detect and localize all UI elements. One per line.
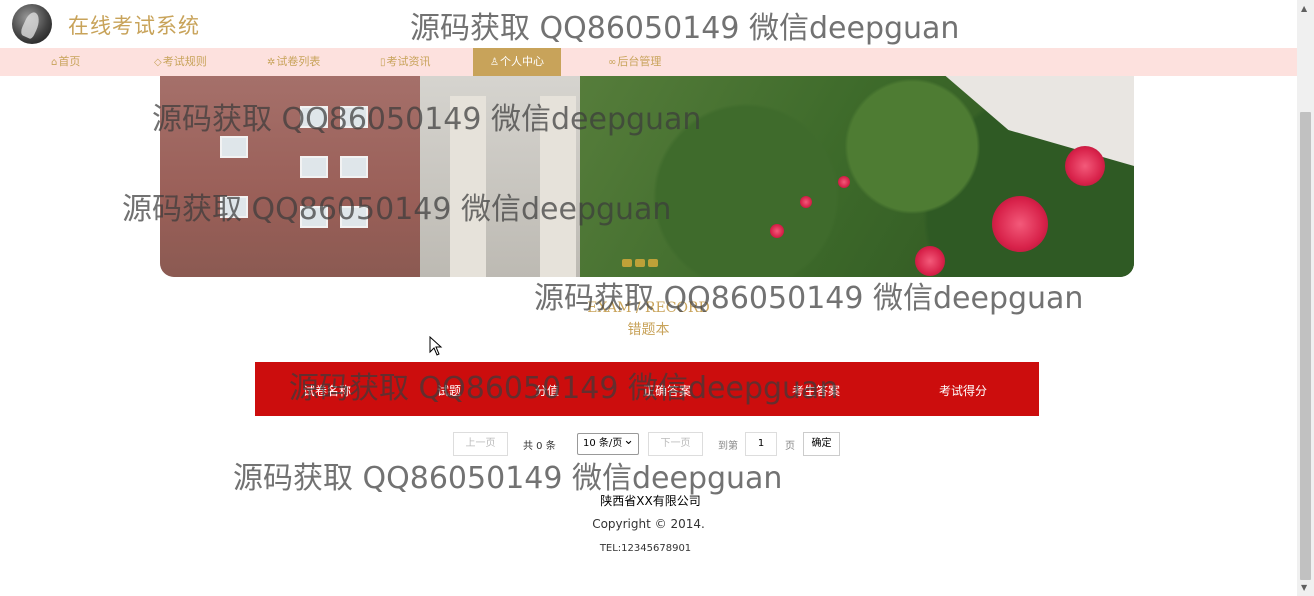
- site-header: 在线考试系统: [0, 0, 1297, 48]
- banner-flower: [770, 224, 784, 238]
- column-header-exam-score: 考试得分: [939, 384, 988, 398]
- carousel-dot[interactable]: [635, 259, 645, 267]
- column-header-score: 分值: [535, 384, 560, 398]
- nav-label: 试卷列表: [276, 55, 321, 68]
- page-unit-label: 页: [785, 441, 795, 452]
- nav-label: 个人中心: [499, 55, 544, 68]
- banner-window: [340, 206, 368, 228]
- scroll-up-arrow-icon[interactable]: ▲: [1301, 4, 1307, 13]
- nav-label: 考试规则: [162, 55, 207, 68]
- section-title-en: EXAM / RECORD: [587, 300, 710, 316]
- confirm-button[interactable]: 确定: [803, 432, 840, 456]
- banner-flower: [915, 246, 945, 276]
- nav-item-exam-rules[interactable]: ◇考试规则: [154, 48, 207, 76]
- scroll-down-arrow-icon[interactable]: ▼: [1301, 583, 1307, 592]
- logo-icon[interactable]: [12, 4, 52, 44]
- nav-label: 后台管理: [617, 55, 662, 68]
- site-title[interactable]: 在线考试系统: [68, 10, 200, 40]
- mouse-cursor-icon: [429, 336, 443, 356]
- tag-icon: ◇: [154, 57, 162, 68]
- nav-label: 首页: [58, 55, 81, 68]
- banner-window: [300, 106, 328, 128]
- carousel-dot[interactable]: [622, 259, 632, 267]
- column-header-paper-name: 试卷名称: [303, 384, 352, 398]
- total-count: 共 0 条: [523, 441, 556, 452]
- page-number-input[interactable]: 1: [745, 432, 777, 456]
- banner-pillar: [450, 96, 486, 277]
- banner-window: [340, 156, 368, 178]
- footer-company: 陕西省XX有限公司: [600, 494, 701, 508]
- vertical-scrollbar[interactable]: ▲ ▼: [1297, 0, 1314, 596]
- carousel-indicators: [622, 252, 661, 271]
- banner-flower: [800, 196, 812, 208]
- banner-flower: [1065, 146, 1105, 186]
- page-size-select[interactable]: 10 条/页: [577, 431, 639, 455]
- column-header-correct-answer: 正确答案: [643, 384, 692, 398]
- banner-carousel[interactable]: [160, 76, 1134, 277]
- banner-window: [300, 206, 328, 228]
- home-icon: ⌂: [51, 57, 58, 68]
- page-size-value: 10 条/页: [583, 438, 623, 449]
- main-nav: ⌂首页 ◇考试规则 ✲试卷列表 ▯考试资讯 ♙个人中心 ∞后台管理: [0, 48, 1297, 76]
- banner-pillar: [540, 96, 576, 277]
- scrollbar-thumb[interactable]: [1300, 112, 1311, 580]
- footer-copyright: Copyright © 2014.: [592, 517, 705, 531]
- link-icon: ∞: [608, 57, 617, 68]
- column-header-question: 试题: [437, 384, 462, 398]
- nav-item-home[interactable]: ⌂首页: [51, 48, 80, 76]
- footer-tel: TEL:12345678901: [599, 543, 692, 554]
- banner-window: [220, 136, 248, 158]
- nav-item-admin[interactable]: ∞后台管理: [608, 48, 661, 76]
- user-icon: ♙: [490, 57, 499, 68]
- nav-label: 考试资讯: [386, 55, 431, 68]
- watermark: 源码获取 QQ86050149 微信deepguan: [233, 461, 783, 496]
- nav-item-exam-news[interactable]: ▯考试资讯: [380, 48, 431, 76]
- next-page-button[interactable]: 下一页: [648, 432, 703, 456]
- gear-icon: ✲: [267, 57, 276, 68]
- banner-window: [340, 106, 368, 128]
- column-header-student-answer: 考生答案: [792, 384, 841, 398]
- banner-flower: [838, 176, 850, 188]
- banner-window: [300, 156, 328, 178]
- banner-flower: [992, 196, 1048, 252]
- carousel-dot[interactable]: [648, 259, 658, 267]
- prev-page-button[interactable]: 上一页: [453, 432, 508, 456]
- banner-window: [220, 196, 248, 218]
- page: 在线考试系统 ⌂首页 ◇考试规则 ✲试卷列表 ▯考试资讯 ♙个人中心 ∞后台管理: [0, 0, 1314, 596]
- table-header: 试卷名称 试题 分值 正确答案 考生答案 考试得分: [255, 362, 1039, 416]
- nav-item-personal-center[interactable]: ♙个人中心: [473, 48, 561, 76]
- goto-label: 到第: [718, 441, 738, 452]
- section-title-cn: 错题本: [627, 322, 670, 338]
- document-icon: ▯: [380, 57, 386, 68]
- nav-item-paper-list[interactable]: ✲试卷列表: [267, 48, 320, 76]
